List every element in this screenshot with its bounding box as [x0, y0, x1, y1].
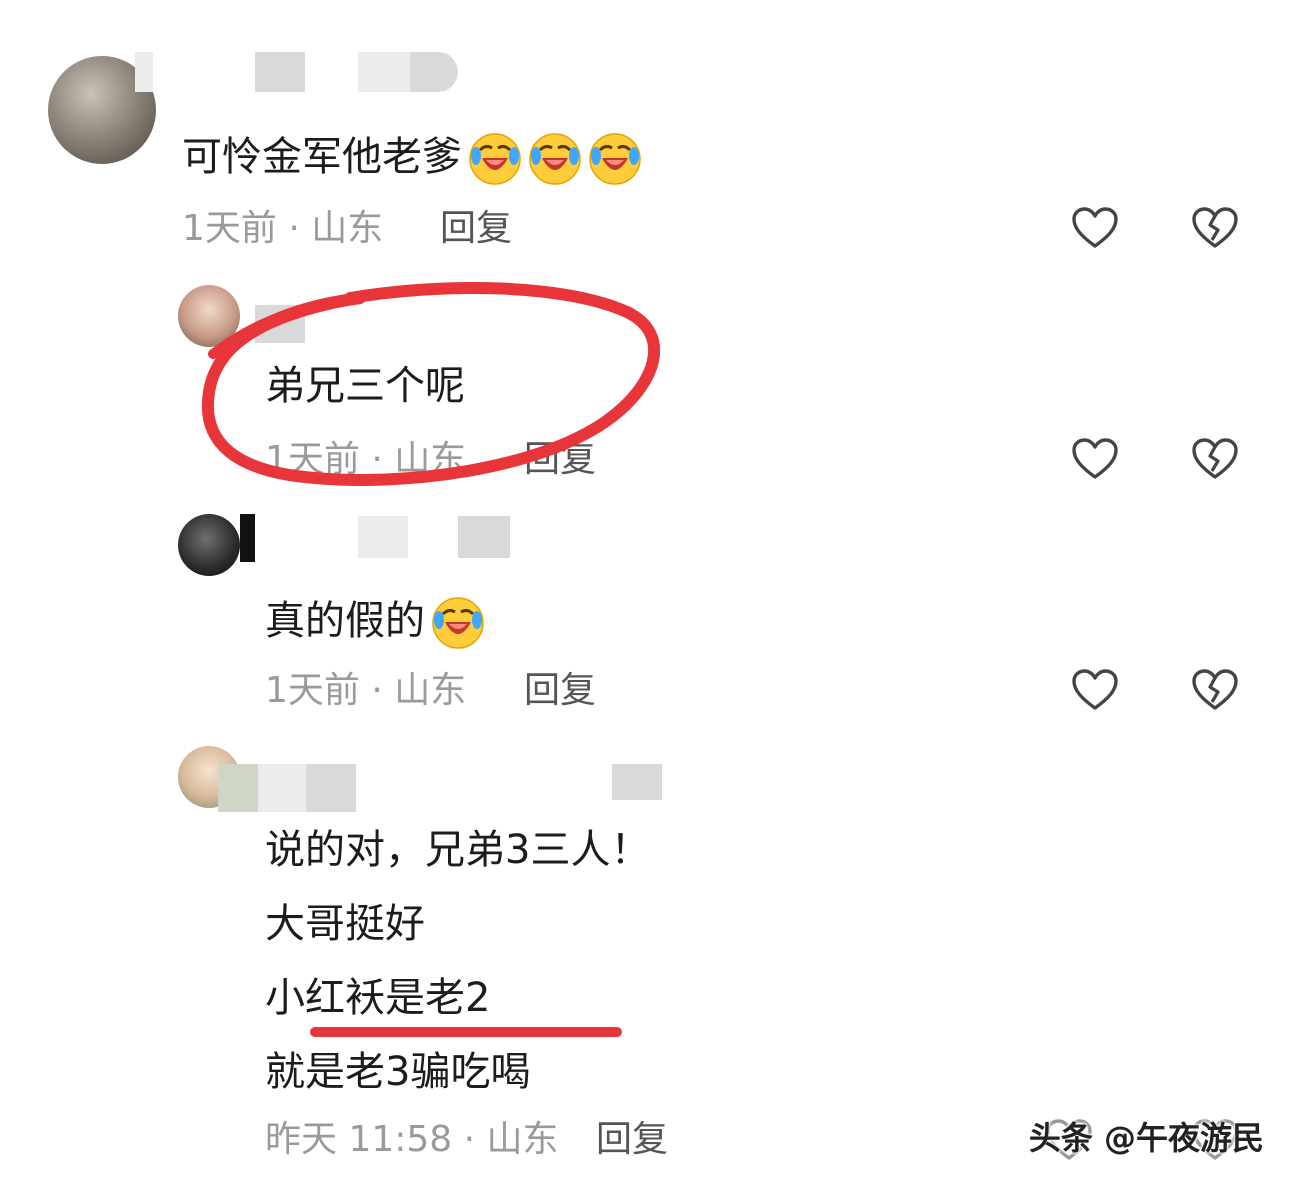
- reply-button[interactable]: 回复: [596, 1122, 668, 1158]
- avatar[interactable]: [178, 514, 240, 576]
- comment-line: 大哥挺好: [265, 901, 425, 947]
- reply-button[interactable]: 回复: [440, 211, 512, 247]
- laugh-cry-emoji: [431, 596, 485, 650]
- reply-button[interactable]: 回复: [524, 673, 596, 709]
- heart-outline-icon[interactable]: [1071, 206, 1119, 250]
- watermark: 头条 @午夜游民: [1028, 1119, 1264, 1157]
- heart-outline-icon[interactable]: [1071, 668, 1119, 712]
- username-redaction: [258, 764, 306, 812]
- username-redaction: [255, 52, 305, 92]
- red-circle-annotation: [201, 281, 661, 486]
- laugh-cry-emoji: [528, 132, 582, 186]
- comment-location: 山东: [394, 670, 467, 711]
- username-redaction: [218, 764, 258, 812]
- broken-heart-icon[interactable]: [1191, 206, 1239, 250]
- broken-heart-icon[interactable]: [1191, 437, 1239, 481]
- username-redaction: [306, 764, 356, 812]
- comment-line: 小红袄是老2: [265, 975, 491, 1021]
- comment-text: 可怜金军他老爹: [182, 132, 642, 186]
- red-underline-annotation: [310, 1027, 622, 1037]
- username-redaction: [135, 52, 153, 92]
- meta-separator: ·: [452, 1119, 487, 1160]
- username-redaction: [410, 52, 458, 92]
- broken-heart-icon[interactable]: [1191, 668, 1239, 712]
- comment-time: 1天前: [182, 208, 277, 249]
- comment-text: 说的对，兄弟3三人！ 大哥挺好 小红袄是老2 就是老3骗吃喝: [265, 830, 650, 1126]
- username-redaction: [358, 516, 408, 558]
- comment-time: 昨天 11:58: [265, 1119, 453, 1160]
- meta-separator: ·: [359, 670, 395, 711]
- username-redaction: [240, 514, 255, 562]
- heart-outline-icon[interactable]: [1071, 437, 1119, 481]
- comment-time: 1天前: [265, 670, 360, 711]
- comment-meta: 1天前 · 山东: [265, 673, 466, 709]
- comment-meta: 1天前 · 山东: [182, 211, 383, 247]
- username-redaction: [612, 764, 662, 800]
- comment-text: 真的假的: [265, 596, 485, 650]
- username-redaction: [458, 516, 510, 558]
- comment-location: 山东: [311, 208, 384, 249]
- meta-separator: ·: [276, 208, 312, 249]
- username-redaction: [358, 52, 410, 92]
- comment-location: 山东: [486, 1119, 559, 1160]
- comment-meta: 昨天 11:58 · 山东: [265, 1122, 559, 1158]
- laugh-cry-emoji: [468, 132, 522, 186]
- comment-line: 说的对，兄弟3三人！: [265, 827, 651, 873]
- laugh-cry-emoji: [588, 132, 642, 186]
- comment-line: 就是老3骗吃喝: [265, 1049, 531, 1095]
